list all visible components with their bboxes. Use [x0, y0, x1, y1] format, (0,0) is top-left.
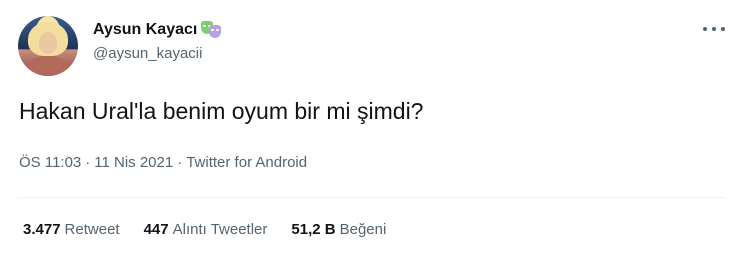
meta-separator: ·: [85, 154, 91, 171]
tweet-source[interactable]: Twitter for Android: [186, 154, 307, 171]
tweet-date[interactable]: 11 Nis 2021: [94, 154, 173, 171]
quote-tweets-label: Alıntı Tweetler: [172, 221, 268, 238]
user-handle[interactable]: @aysun_kayacii: [93, 45, 202, 62]
retweets-stat[interactable]: 3.477 Retweet: [23, 221, 120, 238]
avatar[interactable]: [18, 16, 78, 76]
quote-tweets-count: 447: [143, 221, 169, 238]
likes-stat[interactable]: 51,2 B Beğeni: [291, 221, 386, 238]
performing-arts-emoji-icon: [201, 21, 223, 39]
tweet-stats: 3.477 Retweet 447 Alıntı Tweetler 51,2 B…: [23, 221, 386, 238]
likes-count: 51,2 B: [291, 221, 336, 238]
more-options-icon[interactable]: [703, 22, 725, 36]
display-name[interactable]: Aysun Kayacı: [93, 21, 197, 39]
more-dot: [721, 27, 725, 31]
more-dot: [703, 27, 707, 31]
divider: [18, 197, 725, 198]
more-dot: [712, 27, 716, 31]
name-row: Aysun Kayacı: [93, 21, 223, 39]
retweets-count: 3.477: [23, 221, 61, 238]
avatar-face: [39, 32, 57, 54]
avatar-body: [26, 56, 70, 76]
tweet-metadata: ÖS 11:03 · 11 Nis 2021 · Twitter for And…: [19, 154, 307, 171]
tragedy-mask-icon: [209, 25, 222, 38]
meta-separator: ·: [177, 154, 183, 171]
quote-tweets-stat[interactable]: 447 Alıntı Tweetler: [144, 221, 268, 238]
tweet-time[interactable]: ÖS 11:03: [19, 154, 81, 171]
tweet-text: Hakan Ural'la benim oyum bir mi şimdi?: [19, 98, 424, 124]
likes-label: Beğeni: [339, 221, 387, 238]
retweets-label: Retweet: [64, 221, 120, 238]
tweet-card: Aysun Kayacı @aysun_kayacii Hakan Ural'l…: [0, 0, 743, 258]
